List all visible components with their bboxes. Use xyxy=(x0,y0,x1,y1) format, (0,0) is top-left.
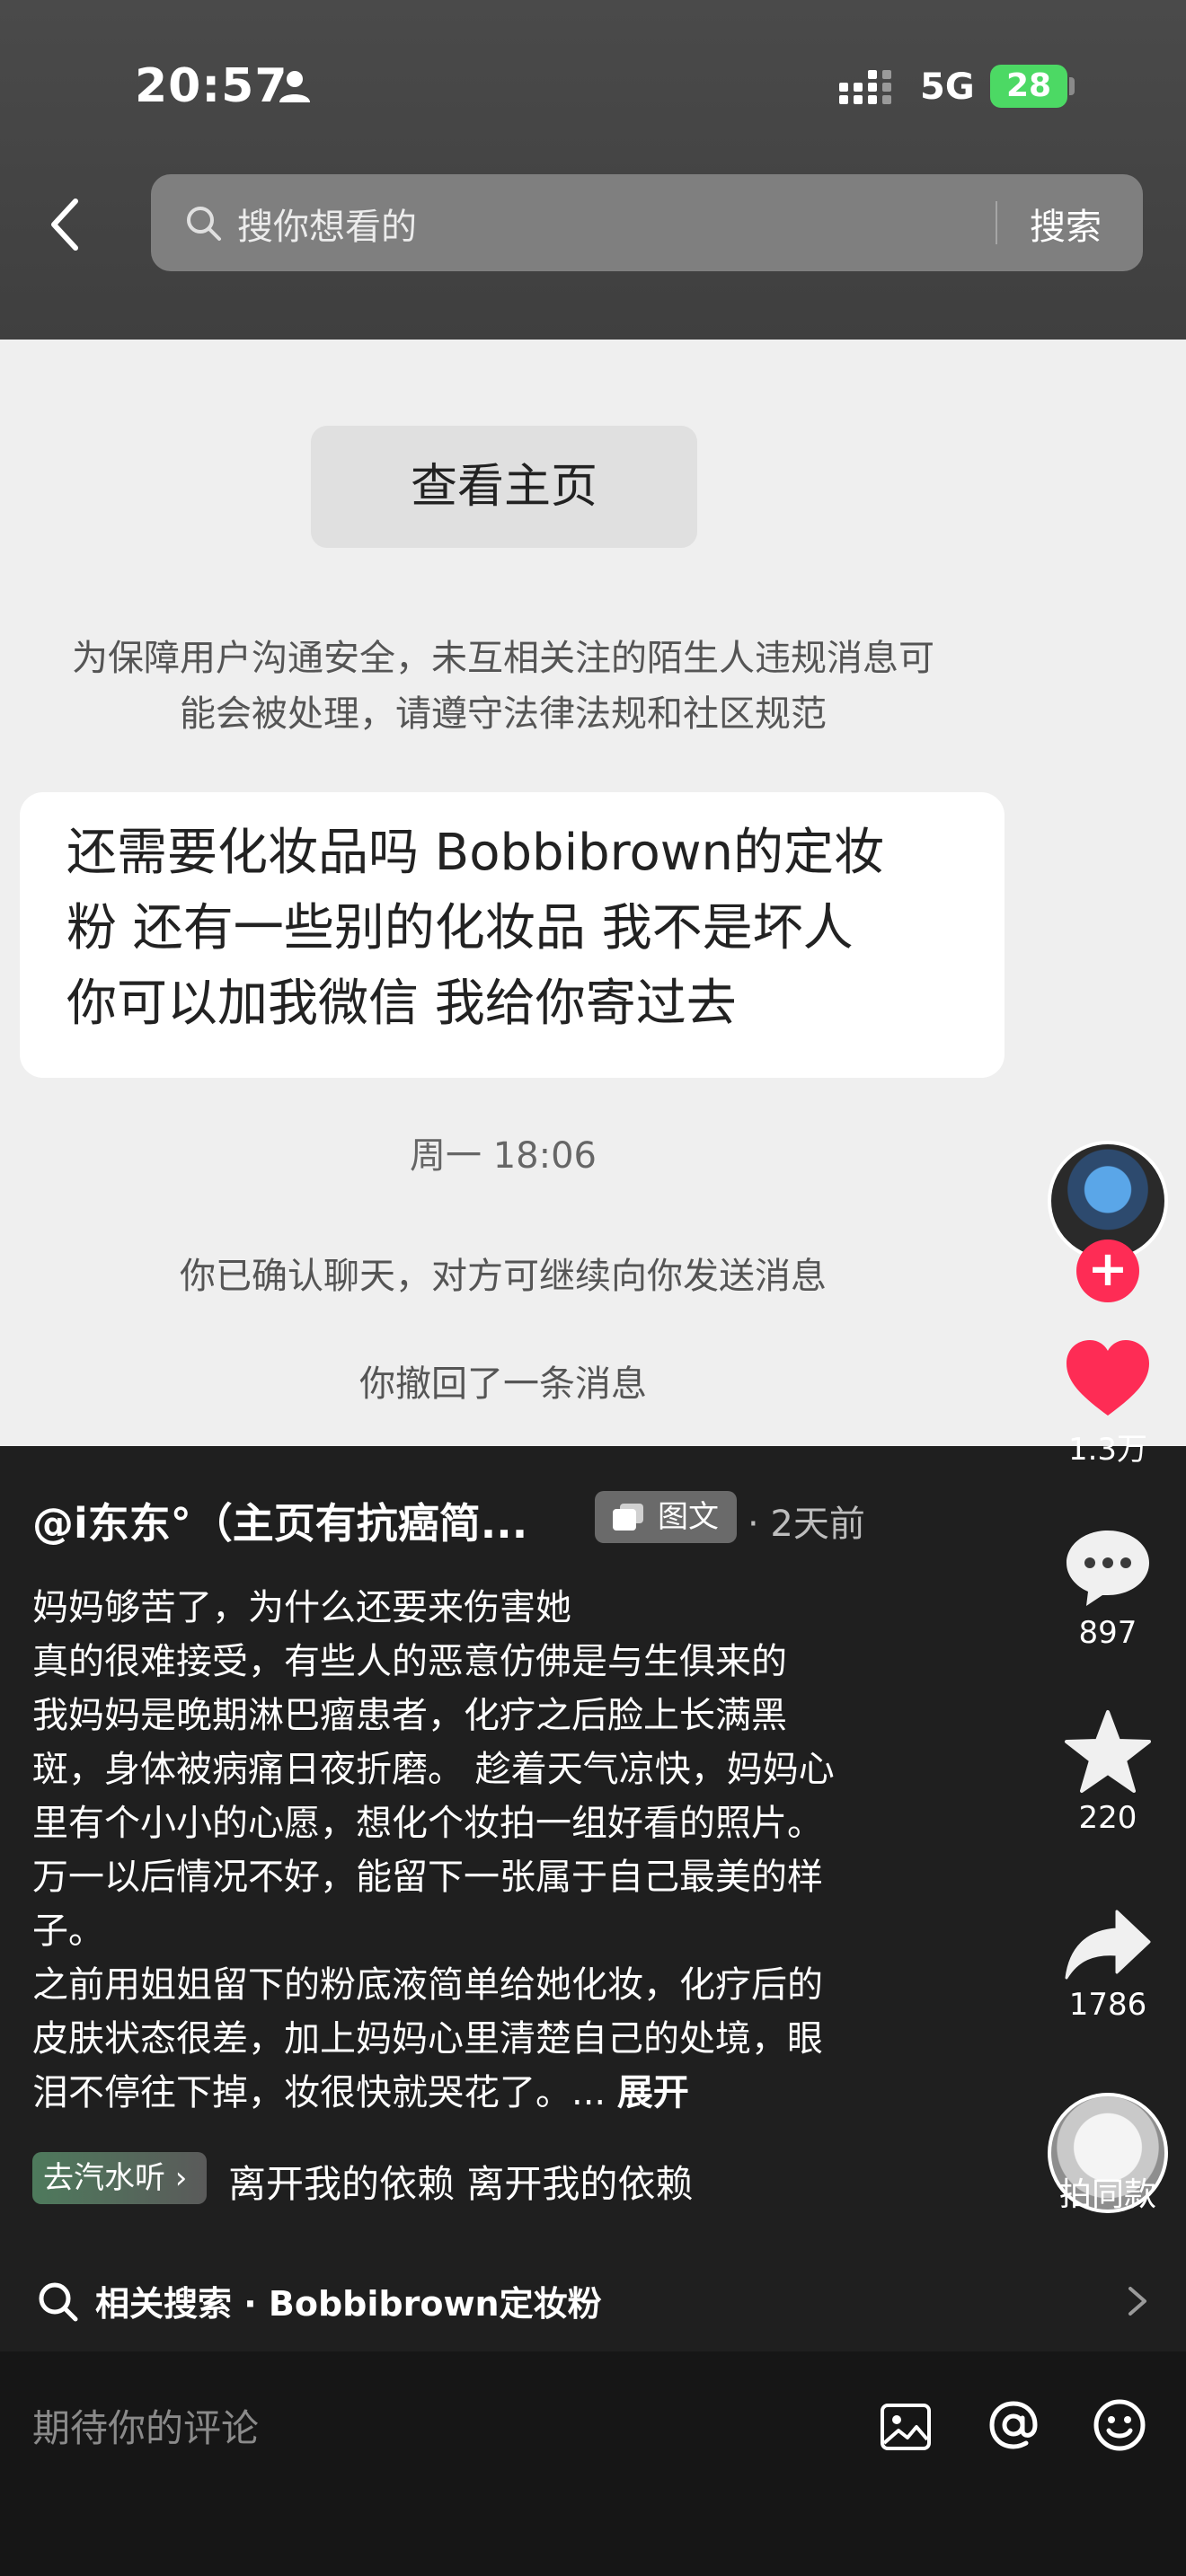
recall-notice: 你撤回了一条消息 xyxy=(359,1363,647,1405)
caption-line: 万一以后情况不好，能留下一张属于自己最美的样 xyxy=(32,1857,823,1898)
network-type: 5G xyxy=(920,66,975,108)
search-divider xyxy=(996,201,997,244)
like-count: 1.3万 xyxy=(1067,1432,1148,1468)
share-icon xyxy=(1065,1910,1151,1980)
signal-icon xyxy=(839,70,891,104)
music-title[interactable]: 离开我的依赖 离开我的依赖 xyxy=(228,2154,713,2209)
person-icon xyxy=(279,71,310,102)
caption-area: @i东东°（主页有抗癌简... 图文 · 2天前 妈妈够苦了，为什么还要来伤害她… xyxy=(0,1446,1024,2210)
caption-line: 我妈妈是晚期淋巴瘤患者，化疗之后脸上长满黑 xyxy=(32,1695,787,1736)
caption-line: 皮肤状态很差，加上妈妈心里清楚自己的处境，眼 xyxy=(32,2018,823,2060)
music-app-tag[interactable]: 去汽水听 › xyxy=(32,2152,207,2204)
share-button[interactable]: 1786 xyxy=(1042,1906,1173,2023)
chat-message-bubble: 还需要化妆品吗 Bobbibrown的定妆 粉 还有一些别的化妆品 我不是坏人 … xyxy=(20,792,1005,1078)
caption-text[interactable]: 妈妈够苦了，为什么还要来伤害她 真的很难接受，有些人的恶意仿佛是与生俱来的 我妈… xyxy=(32,1581,967,2120)
safety-notice-line: 为保障用户沟通安全，未互相关注的陌生人违规消息可 xyxy=(72,638,934,679)
related-search-label: 相关搜索 · Bobbibrown定妆粉 xyxy=(95,2284,602,2324)
share-count: 1786 xyxy=(1068,1987,1147,2023)
gallery-icon xyxy=(613,1504,643,1531)
view-home-button: 查看主页 xyxy=(311,426,697,548)
chevron-right-icon xyxy=(1128,2287,1146,2316)
comment-input[interactable]: 期待你的评论 xyxy=(32,2398,259,2453)
message-line: 还需要化妆品吗 Bobbibrown的定妆 xyxy=(66,824,885,882)
caption-line: 里有个小小的心愿，想化个妆拍一组好看的照片。 xyxy=(32,1803,823,1844)
caption-line: 妈妈够苦了，为什么还要来伤害她 xyxy=(32,1587,571,1628)
post-time: · 2天前 xyxy=(748,1504,865,1545)
star-icon xyxy=(1065,1710,1151,1793)
message-line: 粉 还有一些别的化妆品 我不是坏人 xyxy=(66,899,854,957)
confirm-notice: 你已确认聊天，对方可继续向你发送消息 xyxy=(180,1256,827,1297)
message-time: 周一 18:06 xyxy=(410,1135,597,1177)
search-input[interactable]: 搜你想看的 xyxy=(237,198,417,250)
music-row[interactable]: 去汽水听 › 离开我的依赖 离开我的依赖 xyxy=(32,2152,931,2206)
follow-button[interactable]: + xyxy=(1076,1239,1139,1302)
caption-line: 泪不停往下掉，妆很快就哭花了。... 展开 xyxy=(32,2066,967,2120)
caption-line: 之前用姐姐留下的粉底液简单给她化妆，化疗后的 xyxy=(32,1964,823,2006)
search-button[interactable]: 搜索 xyxy=(1030,198,1102,250)
caption-line: 子。 xyxy=(32,1910,104,1952)
emoji-icon[interactable] xyxy=(1091,2396,1148,2454)
comment-button[interactable]: 897 xyxy=(1042,1527,1173,1651)
safety-notice: 为保障用户沟通安全，未互相关注的陌生人违规消息可 能会被处理，请遵守法律法规和社… xyxy=(0,631,1006,742)
same-style-label[interactable]: 拍同款 xyxy=(1033,2168,1182,2215)
caption-line: 斑，身体被病痛日夜折磨。 趁着天气凉快，妈妈心 xyxy=(32,1749,835,1790)
search-icon xyxy=(187,207,221,241)
battery-level: 28 xyxy=(990,65,1067,108)
comment-icon xyxy=(1067,1531,1149,1606)
related-search[interactable]: 相关搜索 · Bobbibrown定妆粉 xyxy=(0,2245,1186,2351)
status-time: 20:57 xyxy=(135,59,288,113)
post-type-label: 图文 xyxy=(658,1499,719,1535)
favorite-count: 220 xyxy=(1078,1800,1137,1836)
back-icon xyxy=(51,198,78,251)
author-name[interactable]: @i东东°（主页有抗癌简... xyxy=(32,1491,527,1550)
battery-tip xyxy=(1069,77,1075,95)
caption-line: 真的很难接受，有些人的恶意仿佛是与生俱来的 xyxy=(32,1641,787,1682)
favorite-button[interactable]: 220 xyxy=(1042,1708,1173,1836)
search-box[interactable]: 搜你想看的 搜索 xyxy=(151,174,1143,271)
expand-link[interactable]: 展开 xyxy=(617,2072,689,2113)
comment-count: 897 xyxy=(1078,1615,1137,1651)
post-type-badge: 图文 xyxy=(595,1491,737,1543)
search-icon xyxy=(39,2282,78,2322)
image-icon[interactable] xyxy=(879,2400,933,2454)
message-line: 你可以加我微信 我给你寄过去 xyxy=(66,975,737,1033)
status-bar: 20:57 5G 28 xyxy=(0,0,1186,171)
safety-notice-line: 能会被处理，请遵守法律法规和社区规范 xyxy=(180,693,827,735)
top-bar: 20:57 5G 28 搜你想看的 搜索 xyxy=(0,0,1186,340)
at-icon[interactable] xyxy=(985,2396,1042,2454)
post-image[interactable]: 查看主页 为保障用户沟通安全，未互相关注的陌生人违规消息可 能会被处理，请遵守法… xyxy=(0,340,1186,1446)
comment-bar: 期待你的评论 xyxy=(0,2351,1186,2576)
like-button[interactable]: 1.3万 xyxy=(1042,1338,1173,1469)
heart-icon xyxy=(1067,1340,1149,1416)
caption-line-text: 泪不停往下掉，妆很快就哭花了。... xyxy=(32,2072,617,2113)
back-button[interactable] xyxy=(36,189,93,260)
